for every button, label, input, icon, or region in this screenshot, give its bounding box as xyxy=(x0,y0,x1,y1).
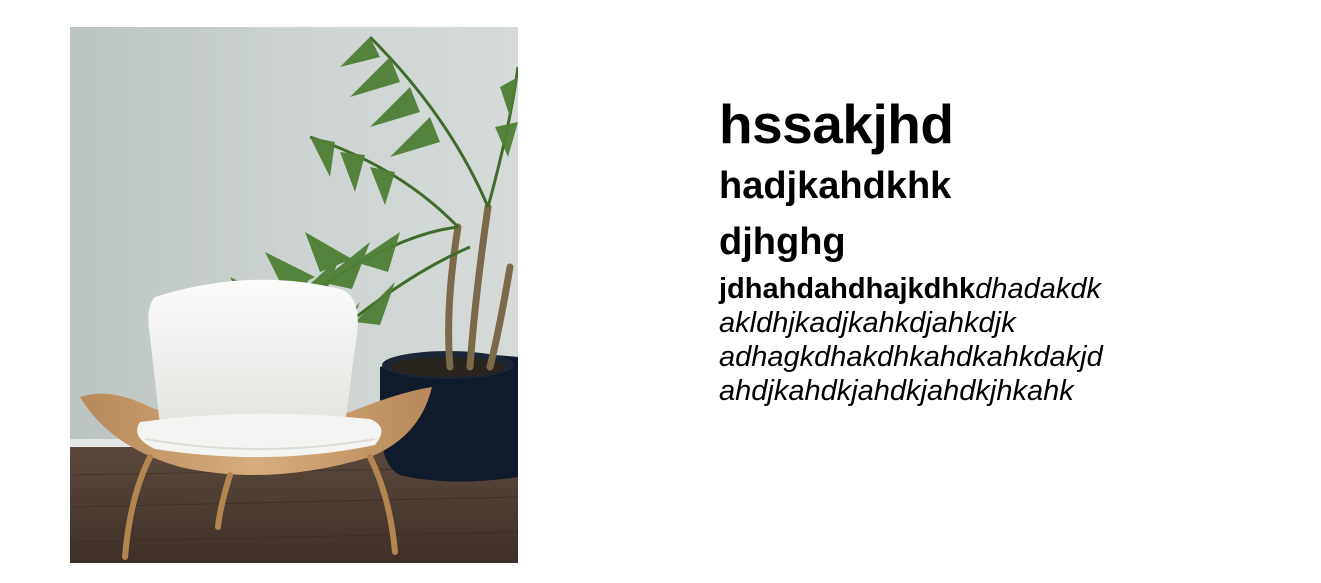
body-paragraph: jdhahdahdhajkdhkdhadakdk akldhjkadjkahkd… xyxy=(719,272,1279,408)
paragraph-line-1: jdhahdahdhajkdhkdhadakdk xyxy=(719,272,1279,306)
paragraph-bold-run: jdhahdahdhajkdhk xyxy=(719,273,976,305)
paragraph-line-4: ahdjkahdkjahdkjahdkjhkahk xyxy=(719,375,1074,407)
chair-plant-photo xyxy=(70,27,518,563)
heading-2: hadjkahdkhk xyxy=(719,165,952,207)
paragraph-line-3: adhagkdhakdhkahdkahkdakjd xyxy=(719,341,1103,373)
paragraph-line-2: akldhjkadjkahkdjahkdjk xyxy=(719,307,1016,339)
heading-1: hssakjhd xyxy=(719,93,954,155)
paragraph-italic-run: dhadakdk xyxy=(975,273,1101,305)
photo-illustration xyxy=(70,27,518,563)
text-block: hssakjhd hadjkahdkhk djhghg jdhahdahdhaj… xyxy=(719,90,1279,408)
chair-back-cushion xyxy=(148,279,358,431)
heading-3: djhghg xyxy=(719,221,846,263)
